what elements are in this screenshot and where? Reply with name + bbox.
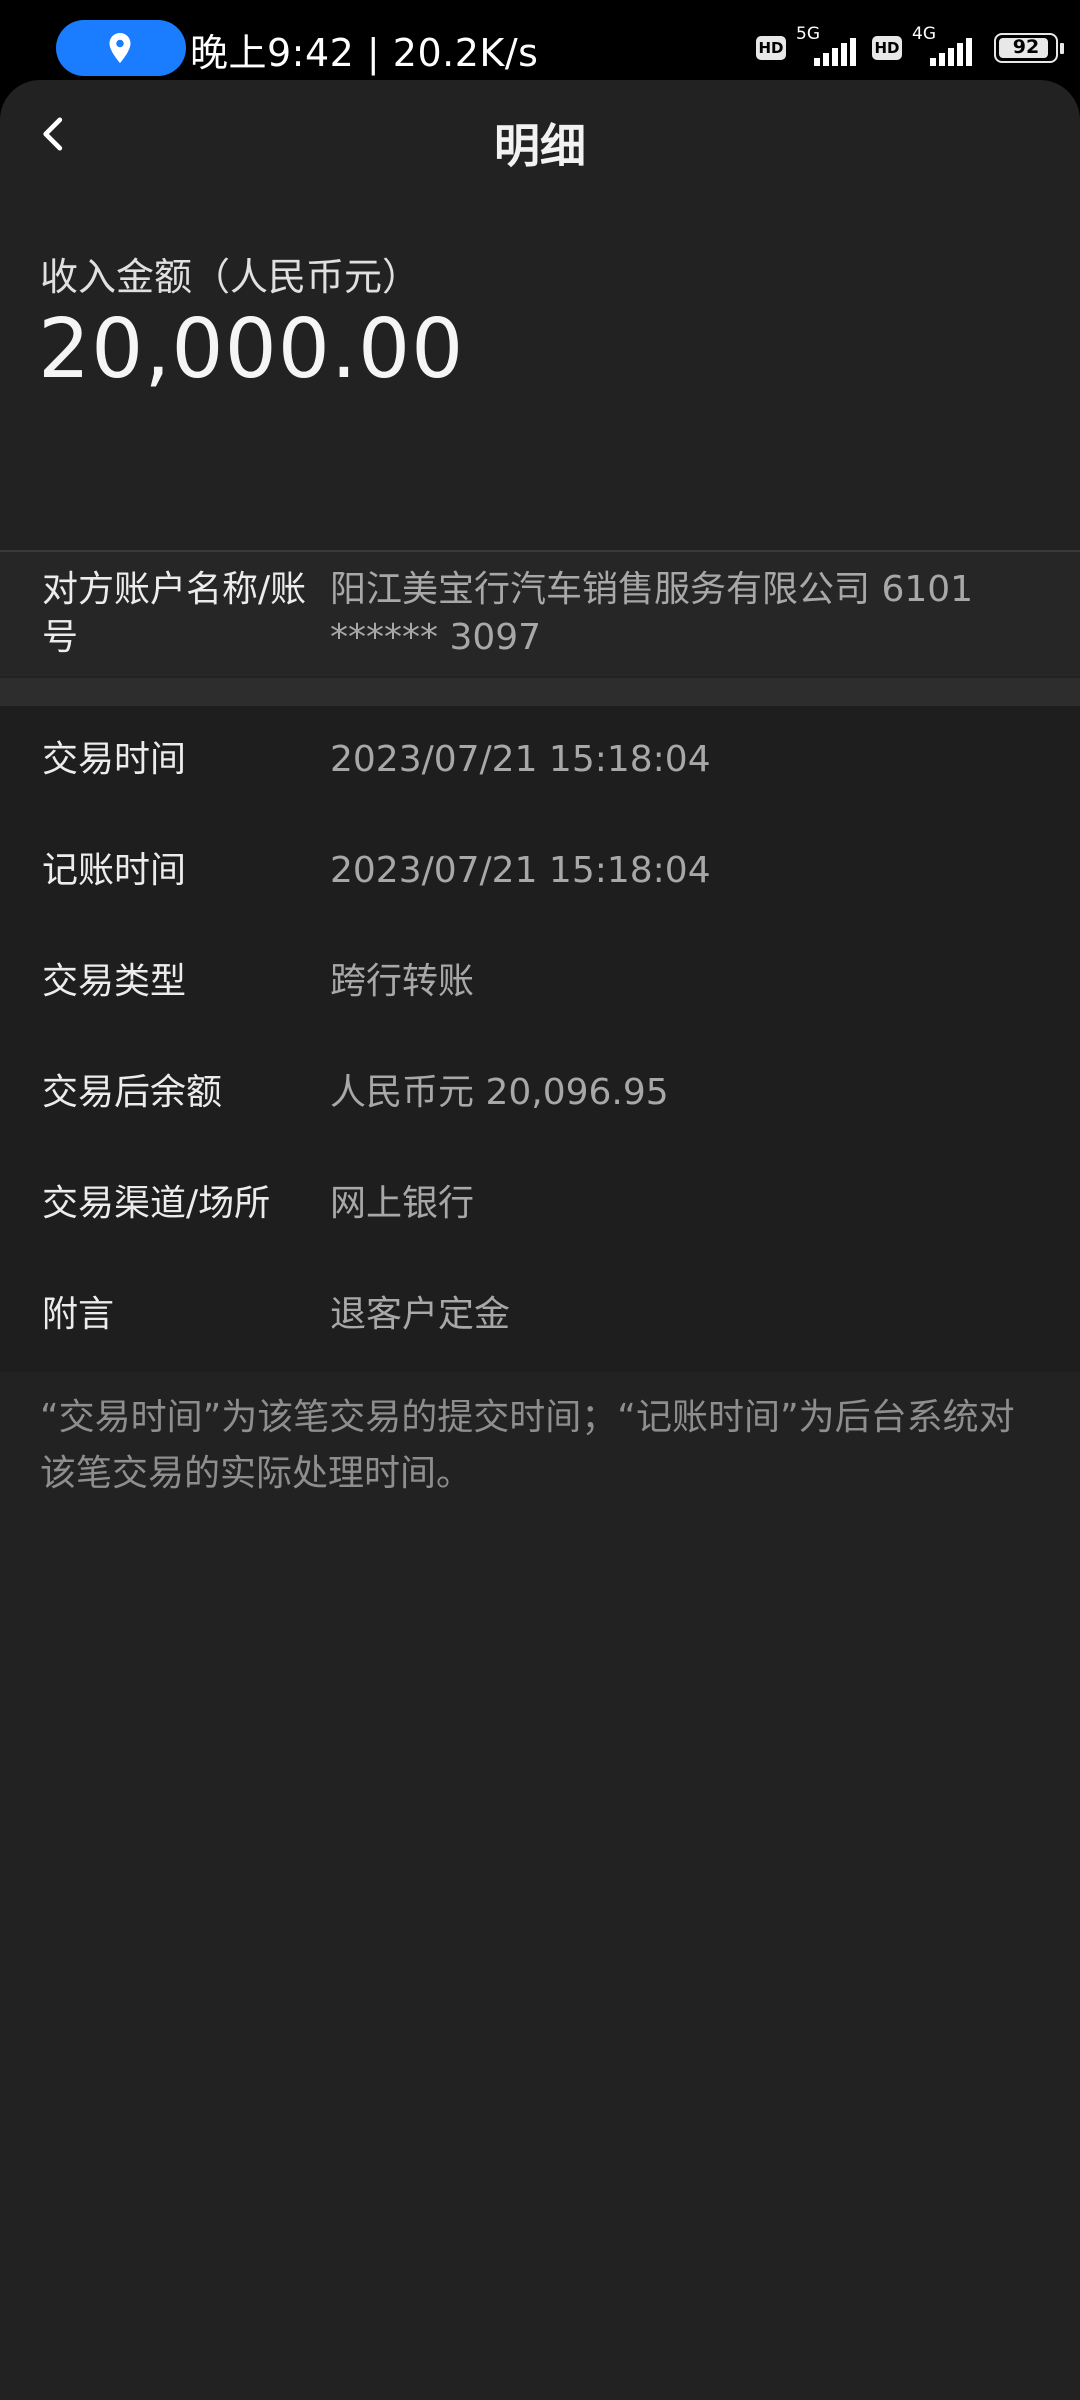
detail-page: 明细 收入金额（人民币元） 20,000.00 对方账户名称/账号 阳江美宝行汽…: [0, 80, 1080, 2400]
detail-label: 附言: [42, 1294, 115, 1335]
detail-label: 交易类型: [42, 961, 187, 1002]
detail-label: 记账时间: [42, 850, 187, 891]
status-icons: HD 5G HD 4G 92: [756, 24, 1064, 68]
detail-label: 交易渠道/场所: [42, 1183, 271, 1224]
status-time-speed: 晚上9:42 | 20.2K/s: [190, 31, 539, 75]
detail-value: 2023/07/21 15:18:04: [330, 739, 711, 780]
battery-level: 92: [1012, 36, 1040, 58]
detail-row-channel: 交易渠道/场所 网上银行: [0, 1150, 1080, 1260]
location-indicator[interactable]: [56, 20, 186, 76]
amount-section: 收入金额（人民币元） 20,000.00: [0, 240, 1080, 550]
counterparty-account-row: 对方账户名称/账号 阳江美宝行汽车销售服务有限公司 6101 ****** 30…: [0, 552, 1080, 676]
detail-value: 网上银行: [330, 1183, 475, 1224]
account-value: 阳江美宝行汽车销售服务有限公司 6101 ****** 3097: [330, 569, 974, 658]
detail-label: 交易后余额: [42, 1072, 223, 1113]
detail-row-transaction-time: 交易时间 2023/07/21 15:18:04: [0, 706, 1080, 816]
transaction-details: 交易时间 2023/07/21 15:18:04 记账时间 2023/07/21…: [0, 706, 1080, 1372]
signal-5g-icon: 5G: [796, 24, 862, 68]
top-bar: 明细: [0, 80, 1080, 200]
signal-4g-icon: 4G: [912, 24, 978, 68]
detail-value: 2023/07/21 15:18:04: [330, 850, 711, 891]
detail-row-remark: 附言 退客户定金: [0, 1261, 1080, 1371]
amount-label: 收入金额（人民币元）: [40, 255, 421, 299]
detail-row-transaction-type: 交易类型 跨行转账: [0, 928, 1080, 1038]
footnote: “交易时间”为该笔交易的提交时间；“记账时间”为后台系统对该笔交易的实际处理时间…: [40, 1397, 1015, 1494]
section-separator: [0, 678, 1080, 706]
location-pin-icon: [109, 33, 131, 63]
page-title: 明细: [494, 119, 586, 173]
hd-icon: HD: [756, 36, 786, 60]
detail-label: 交易时间: [42, 739, 187, 780]
amount-value: 20,000.00: [38, 302, 465, 397]
hd-icon-2: HD: [872, 36, 902, 60]
detail-value: 人民币元 20,096.95: [330, 1072, 669, 1113]
account-label: 对方账户名称/账号: [42, 569, 307, 658]
detail-row-balance: 交易后余额 人民币元 20,096.95: [0, 1039, 1080, 1149]
detail-row-posting-time: 记账时间 2023/07/21 15:18:04: [0, 817, 1080, 927]
detail-value: 退客户定金: [330, 1294, 511, 1335]
detail-value: 跨行转账: [330, 961, 475, 1002]
battery-icon: 92: [994, 33, 1064, 63]
